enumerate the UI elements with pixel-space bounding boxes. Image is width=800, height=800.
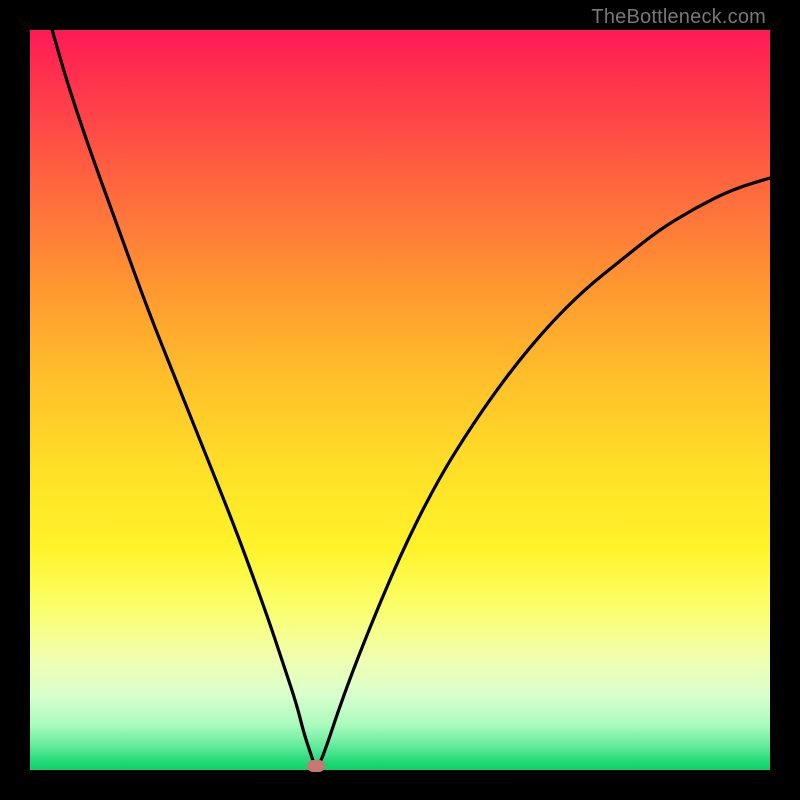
curve-svg <box>30 30 770 770</box>
chart-frame: TheBottleneck.com <box>0 0 800 800</box>
watermark-text: TheBottleneck.com <box>591 6 766 29</box>
optimal-point-marker <box>307 760 325 772</box>
plot-area <box>30 30 770 770</box>
bottleneck-curve <box>52 30 770 766</box>
